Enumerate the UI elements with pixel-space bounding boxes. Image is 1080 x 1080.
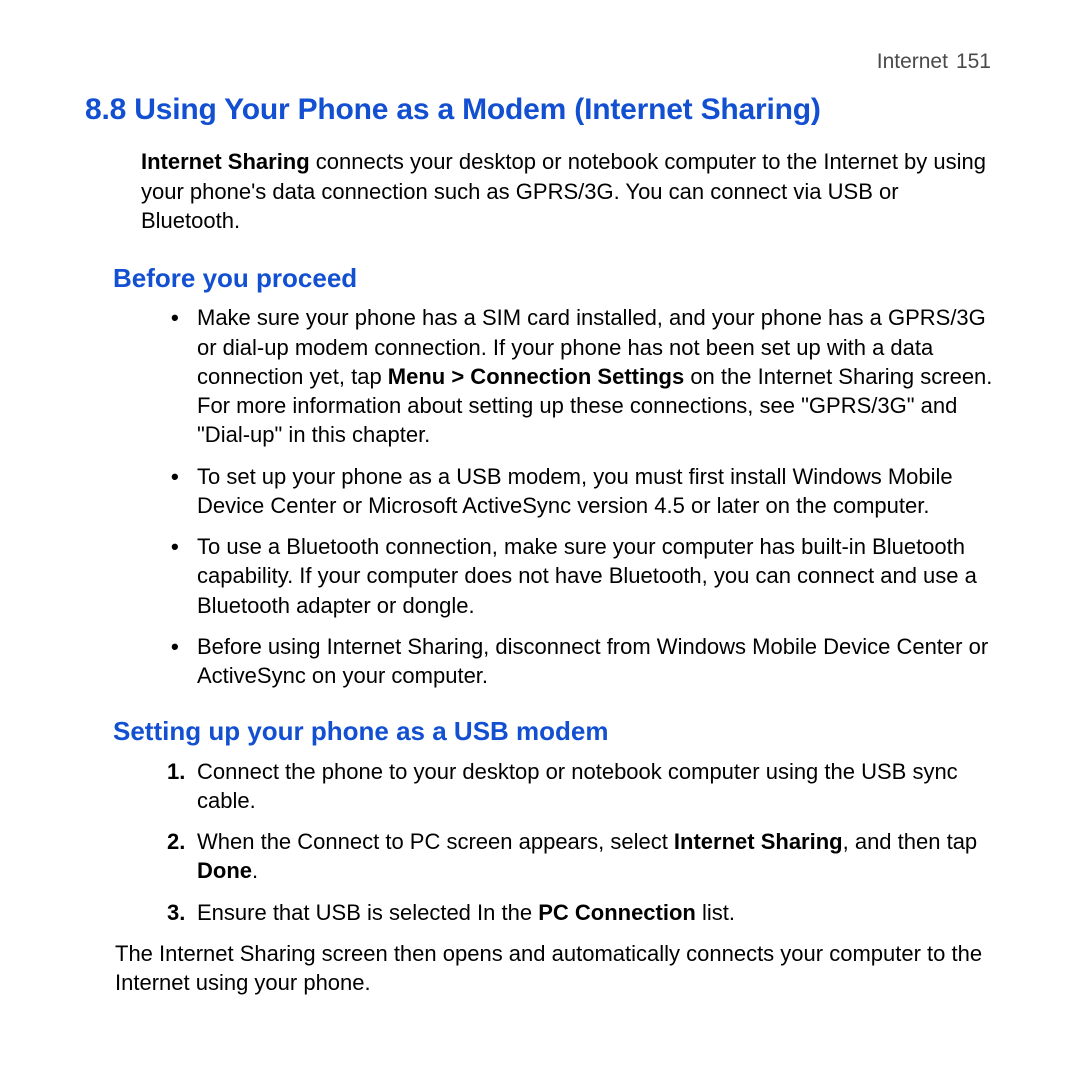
step-bold: Internet Sharing [674, 829, 843, 854]
bullet-text: To set up your phone as a USB modem, you… [197, 464, 953, 518]
page-number: 151 [956, 50, 991, 73]
step-text: Connect the phone to your desktop or not… [197, 759, 958, 813]
step-text: list. [696, 900, 735, 925]
bullet-text: To use a Bluetooth connection, make sure… [197, 534, 977, 618]
intro-lead-term: Internet Sharing [141, 149, 310, 174]
subsection-usb-modem: Setting up your phone as a USB modem [113, 714, 995, 748]
list-item: Ensure that USB is selected In the PC Co… [197, 898, 995, 927]
subsection-before-proceed: Before you proceed [113, 261, 995, 295]
section-title: 8.8 Using Your Phone as a Modem (Interne… [85, 90, 995, 130]
list-item: To set up your phone as a USB modem, you… [197, 462, 995, 521]
before-proceed-list: Make sure your phone has a SIM card inst… [197, 303, 995, 690]
bullet-bold: Menu > Connection Settings [388, 364, 684, 389]
step-bold: Done [197, 858, 252, 883]
step-text: . [252, 858, 258, 883]
list-item: Make sure your phone has a SIM card inst… [197, 303, 995, 449]
step-bold: PC Connection [538, 900, 696, 925]
step-text: Ensure that USB is selected In the [197, 900, 538, 925]
bullet-text: Before using Internet Sharing, disconnec… [197, 634, 988, 688]
list-item: When the Connect to PC screen appears, s… [197, 827, 995, 886]
chapter-name: Internet [877, 50, 948, 73]
step-text: When the Connect to PC screen appears, s… [197, 829, 674, 854]
list-item: To use a Bluetooth connection, make sure… [197, 532, 995, 620]
step-text: , and then tap [843, 829, 978, 854]
page-header: Internet 151 [85, 48, 995, 76]
intro-paragraph: Internet Sharing connects your desktop o… [141, 147, 995, 235]
usb-modem-steps: Connect the phone to your desktop or not… [197, 757, 995, 927]
list-item: Connect the phone to your desktop or not… [197, 757, 995, 816]
closing-paragraph: The Internet Sharing screen then opens a… [115, 939, 995, 998]
list-item: Before using Internet Sharing, disconnec… [197, 632, 995, 691]
